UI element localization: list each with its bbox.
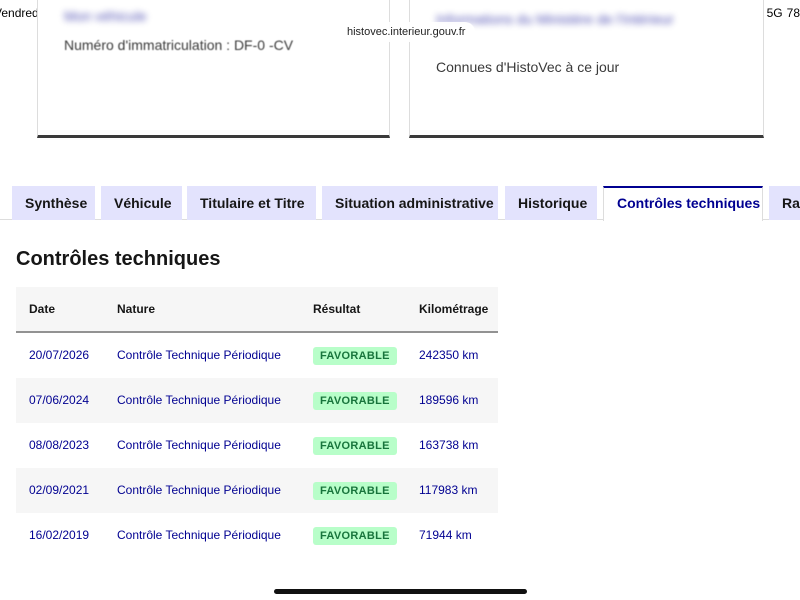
row-date: 08/08/2023: [29, 438, 90, 452]
table-row: 08/08/2023 Contrôle Technique Périodique…: [16, 423, 498, 468]
row-date: 02/09/2021: [29, 483, 90, 497]
technical-inspections-table: Date Nature Résultat Kilométrage 20/07/2…: [16, 287, 498, 558]
result-badge: FAVORABLE: [313, 527, 397, 545]
ministry-card-title: Informations du Ministère de l'Intérieur: [436, 11, 674, 27]
header-nature: Nature: [117, 302, 156, 316]
vehicle-card-title: Mon véhicule: [64, 8, 147, 24]
ministry-info-card: Informations du Ministère de l'Intérieur…: [409, 0, 764, 138]
tab-situation-administrative[interactable]: Situation administrative: [322, 186, 498, 220]
result-badge: FAVORABLE: [313, 437, 397, 455]
row-date: 20/07/2026: [29, 348, 90, 362]
table-row: 07/06/2024 Contrôle Technique Périodique…: [16, 378, 498, 423]
battery-label: 78: [786, 6, 800, 20]
vehicle-card: Mon véhicule Numéro d'immatriculation : …: [37, 0, 390, 138]
tab-historique[interactable]: Historique: [505, 186, 597, 220]
row-km: 117983 km: [419, 483, 478, 497]
registration-number: Numéro d'immatriculation : DF-0 -CV: [64, 37, 294, 53]
result-badge: FAVORABLE: [313, 347, 397, 365]
tab-bar: Synthèse Véhicule Titulaire et Titre Sit…: [0, 186, 800, 221]
table-row: 02/09/2021 Contrôle Technique Périodique…: [16, 468, 498, 513]
table-row: 16/02/2019 Contrôle Technique Périodique…: [16, 513, 498, 558]
section-title: Contrôles techniques: [16, 248, 221, 270]
network-label: 5G: [766, 6, 783, 20]
row-nature: Contrôle Technique Périodique: [117, 483, 281, 497]
row-date: 16/02/2019: [29, 528, 90, 542]
header-date: Date: [29, 302, 56, 316]
row-km: 242350 km: [419, 348, 479, 362]
tab-rapport[interactable]: Rapport: [769, 186, 800, 220]
row-nature: Contrôle Technique Périodique: [117, 528, 281, 542]
result-badge: FAVORABLE: [313, 392, 397, 410]
row-km: 163738 km: [419, 438, 479, 452]
tab-titulaire[interactable]: Titulaire et Titre: [187, 186, 316, 220]
ministry-card-text: Connues d'HistoVec à ce jour: [436, 59, 620, 75]
tab-controles-techniques[interactable]: Contrôles techniques: [603, 186, 763, 221]
result-badge: FAVORABLE: [313, 482, 397, 500]
header-result: Résultat: [313, 302, 361, 316]
row-km: 71944 km: [419, 528, 472, 542]
url-bar[interactable]: histovec.interieur.gouv.fr: [337, 22, 476, 42]
tab-vehicule[interactable]: Véhicule: [101, 186, 182, 220]
row-km: 189596 km: [419, 393, 479, 407]
home-indicator[interactable]: [274, 589, 527, 594]
table-header: Date Nature Résultat Kilométrage: [16, 287, 498, 333]
tab-synthese[interactable]: Synthèse: [12, 186, 95, 220]
row-nature: Contrôle Technique Périodique: [117, 393, 281, 407]
row-date: 07/06/2024: [29, 393, 90, 407]
table-row: 20/07/2026 Contrôle Technique Périodique…: [16, 333, 498, 378]
header-km: Kilométrage: [419, 302, 489, 316]
row-nature: Contrôle Technique Périodique: [117, 438, 281, 452]
row-nature: Contrôle Technique Périodique: [117, 348, 281, 362]
